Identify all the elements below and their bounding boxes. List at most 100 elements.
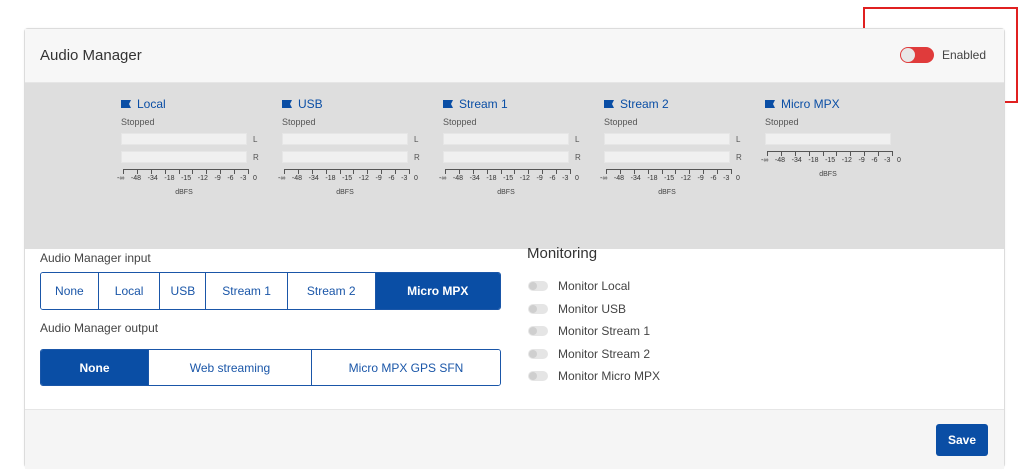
toggle-knob: [529, 282, 537, 291]
save-button[interactable]: Save: [936, 424, 988, 456]
scale-tick: [408, 169, 410, 174]
flag-icon: [604, 100, 614, 108]
scale-tick: [234, 169, 235, 174]
meter-status: Stopped: [765, 117, 799, 127]
meter-local: Local Stopped L R -∞ -48 -34 -18 -15 -12 -9 -6-…: [117, 97, 261, 196]
meter-bar-row: R: [604, 151, 744, 163]
scale-label: -6: [871, 157, 878, 164]
scale-tick: [878, 151, 879, 156]
meter-status: Stopped: [604, 117, 638, 127]
scale-label: -9: [375, 175, 382, 182]
channel-label: L: [575, 134, 580, 144]
scale-tick: [730, 169, 732, 174]
scale-label: -48: [613, 175, 625, 182]
db-scale: -∞ -48 -34 -18 -15 -12 -9 -6 -3 0: [117, 169, 257, 187]
meter-bar-row: L: [121, 133, 261, 145]
monitor-toggle-monitor-micro-mpx[interactable]: [528, 371, 548, 382]
meter-micro-mpx: Micro MPX Stopped -∞ -48 -34 -18 -15 -12 -9 -6-…: [761, 97, 905, 178]
scale-tick: [647, 169, 649, 174]
scale-tick: [486, 169, 488, 174]
scale-tick: [675, 169, 677, 174]
channel-label: L: [253, 134, 258, 144]
scale-tick: [780, 151, 782, 156]
input-option-usb[interactable]: USB: [160, 273, 207, 309]
monitor-toggle-monitor-local[interactable]: [528, 281, 548, 292]
toggle-knob: [900, 48, 915, 62]
level-bar-left: [443, 133, 569, 145]
scale-label: -34: [791, 157, 802, 164]
meter-name: Stream 1: [459, 97, 508, 111]
output-option-micro-mpx-gps-sfn[interactable]: Micro MPX GPS SFN: [312, 350, 500, 385]
scale-unit: dBFS: [819, 171, 837, 178]
meter-name-row: Stream 1: [443, 97, 583, 111]
output-option-web-streaming[interactable]: Web streaming: [149, 350, 312, 385]
output-option-none[interactable]: None: [41, 350, 149, 385]
scale-tick: [311, 169, 313, 174]
scale-label: -6: [227, 175, 234, 182]
channel-label: L: [736, 134, 741, 144]
input-option-none[interactable]: None: [41, 273, 99, 309]
input-option-local[interactable]: Local: [98, 273, 161, 309]
scale-tick: [192, 169, 194, 174]
meter-status: Stopped: [282, 117, 316, 127]
db-scale: -∞ -48 -34 -18 -15 -12 -9 -6 -3 0: [278, 169, 418, 187]
meter-bar-row: R: [121, 151, 261, 163]
scale-tick: [606, 169, 607, 174]
scale-label: -12: [519, 175, 530, 182]
scale-label: -12: [197, 175, 208, 182]
scale-tick: [206, 169, 208, 174]
scale-label: -15: [825, 157, 836, 164]
input-option-stream-1[interactable]: Stream 1: [206, 273, 288, 309]
scale-ticks: [767, 151, 893, 156]
scale-label: -34: [308, 175, 319, 182]
scale-label: -6: [710, 175, 717, 182]
scale-ticks: [123, 169, 249, 174]
flag-icon: [443, 100, 453, 108]
monitor-toggle-monitor-stream-2[interactable]: [528, 348, 548, 359]
scale-tick: [367, 169, 369, 174]
meter-status: Stopped: [443, 117, 477, 127]
scale-labels: -∞ -48 -34 -18 -15 -12 -9 -6 -3 0: [439, 175, 579, 182]
toggle-knob: [529, 349, 537, 358]
scale-tick: [569, 169, 571, 174]
scale-tick: [703, 169, 705, 174]
input-option-micro-mpx[interactable]: Micro MPX: [375, 273, 500, 309]
scale-label: -∞: [117, 175, 125, 182]
level-bar-right: [121, 151, 247, 163]
level-bar-right: [282, 151, 408, 163]
monitor-toggle-monitor-stream-1[interactable]: [528, 326, 548, 337]
output-selector: None Web streaming Micro MPX GPS SFN: [40, 349, 501, 386]
level-bar-left: [604, 133, 730, 145]
page-title: Audio Manager: [40, 47, 142, 64]
meter-stream-2: Stream 2 Stopped L R -∞ -48 -34 -18 -15 -12 -9…: [600, 97, 744, 196]
scale-label: -18: [164, 175, 175, 182]
level-bar: [765, 133, 891, 145]
scale-label: -15: [181, 175, 192, 182]
monitoring-title: Monitoring: [527, 245, 598, 262]
scale-label: -12: [358, 175, 369, 182]
card-header: Audio Manager Enabled: [25, 29, 1004, 83]
flag-icon: [121, 100, 131, 108]
scale-label: -48: [130, 175, 142, 182]
enabled-toggle[interactable]: [899, 47, 934, 63]
channel-label: R: [575, 152, 581, 162]
meter-name: Micro MPX: [781, 97, 840, 111]
scale-tick: [661, 169, 663, 174]
monitor-toggle-monitor-usb[interactable]: [528, 303, 548, 314]
scale-tick: [381, 169, 383, 174]
input-option-stream-2[interactable]: Stream 2: [287, 273, 376, 309]
meter-bar-row: R: [282, 151, 422, 163]
scale-tick: [445, 169, 446, 174]
scale-label: 0: [253, 175, 257, 182]
flag-icon: [765, 100, 775, 108]
scale-label: -12: [841, 157, 852, 164]
scale-ticks: [284, 169, 410, 174]
monitor-label: Monitor Micro MPX: [558, 369, 661, 384]
scale-label: -∞: [439, 175, 447, 182]
scale-tick: [395, 169, 396, 174]
scale-label: 0: [736, 175, 740, 182]
scale-tick: [247, 169, 249, 174]
audio-manager-card: Audio Manager Enabled Local Stopped L R …: [24, 28, 1005, 469]
scale-label: -34: [147, 175, 158, 182]
scale-label: -9: [214, 175, 221, 182]
